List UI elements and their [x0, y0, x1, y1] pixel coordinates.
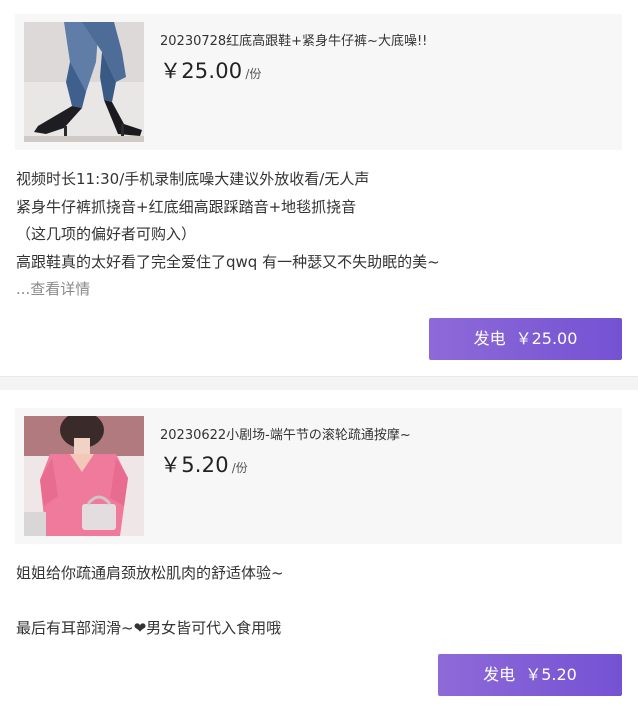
photo-jeans-heels-icon [24, 22, 144, 142]
product-list: 20230728红底高跟鞋+紧身牛仔裤~大底噪!! ￥25.00/份 视频时长1… [0, 0, 638, 709]
product-summary[interactable]: 20230622小剧场-端午节の滚轮疏通按摩~ ￥5.20/份 [15, 408, 622, 544]
product-description: 姐姐给你疏通肩颈放松肌肉的舒适体验~ 最后有耳部润滑~❤男女皆可代入食用哦 [16, 560, 616, 643]
description-line: 紧身牛仔裤抓挠音+红底细高跟踩踏音+地毯抓挠音 [16, 197, 357, 216]
description-line: 视频时长11:30/手机录制底噪大建议外放收看/无人声 [16, 170, 370, 188]
price-unit: /份 [231, 461, 248, 475]
charge-button-price: ￥25.00 [515, 329, 578, 348]
description-line: 姐姐给你疏通肩颈放松肌肉的舒适体验~ [16, 564, 284, 582]
charge-button-label: 发电 [483, 665, 516, 684]
charge-button-price: ￥5.20 [525, 665, 577, 684]
product-card: 20230728红底高跟鞋+紧身牛仔裤~大底噪!! ￥25.00/份 视频时长1… [0, 0, 638, 376]
price-row: ￥5.20/份 [160, 449, 248, 479]
price-unit: /份 [245, 67, 262, 81]
product-card: 20230622小剧场-端午节の滚轮疏通按摩~ ￥5.20/份 姐姐给你疏通肩颈… [0, 390, 638, 709]
card-divider [0, 376, 638, 390]
charge-button[interactable]: 发电 ￥25.00 [429, 318, 622, 360]
product-title: 20230728红底高跟鞋+紧身牛仔裤~大底噪!! [160, 34, 428, 49]
view-details-link[interactable]: ...查看详情 [16, 280, 90, 298]
charge-button-label: 发电 [473, 329, 506, 348]
description-line: （这几项的偏好者可购入） [16, 225, 197, 243]
product-price: ￥25.00 [160, 59, 243, 83]
charge-button[interactable]: 发电 ￥5.20 [438, 654, 622, 696]
photo-pink-dress-icon [24, 416, 144, 536]
product-summary[interactable]: 20230728红底高跟鞋+紧身牛仔裤~大底噪!! ￥25.00/份 [15, 14, 622, 150]
description-line: 最后有耳部润滑~❤男女皆可代入食用哦 [16, 619, 282, 637]
product-price: ￥5.20 [160, 453, 229, 477]
product-description: 视频时长11:30/手机录制底噪大建议外放收看/无人声 紧身牛仔裤抓挠音+红底细… [16, 166, 616, 304]
price-row: ￥25.00/份 [160, 55, 261, 85]
product-thumbnail[interactable] [24, 22, 144, 142]
description-more: ...查看详情 [16, 276, 616, 304]
description-blank-line [16, 588, 616, 616]
description-line: 高跟鞋真的太好看了完全爱住了qwq 有一种瑟又不失助眠的美~ [16, 252, 440, 271]
product-title: 20230622小剧场-端午节の滚轮疏通按摩~ [160, 428, 411, 443]
product-thumbnail[interactable] [24, 416, 144, 536]
